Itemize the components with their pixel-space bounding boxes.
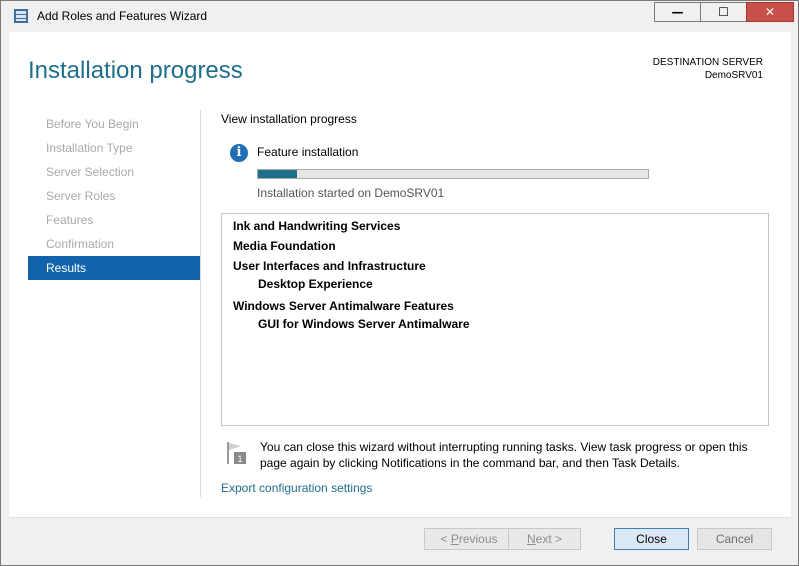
list-item: User Interfaces and Infrastructure: [233, 259, 426, 273]
previous-prefix: <: [440, 532, 451, 546]
nav-item-server-selection: Server Selection: [46, 165, 135, 179]
next-label: ext >: [535, 532, 563, 546]
previous-accelerator: P: [450, 532, 459, 546]
maximize-button[interactable]: ☐: [700, 2, 746, 22]
next-accelerator: N: [526, 532, 536, 546]
close-icon: ✕: [764, 5, 776, 19]
window-title: Add Roles and Features Wizard: [37, 9, 208, 23]
list-item: GUI for Windows Server Antimalware: [258, 317, 470, 331]
previous-label: revious: [458, 532, 498, 546]
nav-item-before-you-begin: Before You Begin: [46, 117, 139, 131]
notification-flag-icon: 1: [227, 442, 246, 464]
close-window-button[interactable]: ✕: [746, 2, 794, 22]
previous-button[interactable]: < Previous: [424, 528, 514, 550]
wizard-content: Installation progress DESTINATION SERVER…: [9, 32, 791, 517]
export-configuration-link[interactable]: Export configuration settings: [221, 481, 372, 495]
list-item: Ink and Handwriting Services: [233, 219, 401, 233]
progress-fill: [258, 170, 297, 178]
nav-item-server-roles: Server Roles: [46, 189, 116, 203]
page-title: Installation progress: [28, 57, 243, 84]
svg-text:1: 1: [237, 454, 242, 464]
list-item: Desktop Experience: [258, 277, 373, 291]
view-progress-label: View installation progress: [221, 112, 357, 126]
info-icon: i: [230, 144, 248, 162]
server-manager-icon: [14, 9, 28, 23]
nav-item-features: Features: [46, 213, 94, 227]
nav-item-results[interactable]: Results: [28, 256, 200, 280]
wizard-window: Add Roles and Features Wizard — ☐ ✕ Inst…: [0, 0, 799, 566]
destination-server-label: DESTINATION SERVER: [652, 57, 763, 68]
nav-item-confirmation: Confirmation: [46, 237, 115, 251]
cancel-button[interactable]: Cancel: [697, 528, 772, 550]
installation-progress-bar: [257, 169, 649, 179]
wizard-nav: Before You Begin Installation Type Serve…: [28, 112, 200, 280]
maximize-icon: ☐: [718, 5, 729, 19]
nav-divider: [200, 110, 201, 497]
title-bar[interactable]: Add Roles and Features Wizard — ☐ ✕: [1, 1, 798, 32]
minimize-button[interactable]: —: [654, 2, 700, 22]
nav-item-installation-type: Installation Type: [46, 141, 133, 155]
status-detail: Installation started on DemoSRV01: [257, 186, 445, 200]
list-item: Windows Server Antimalware Features: [233, 299, 454, 313]
feature-results-list[interactable]: Ink and Handwriting Services Media Found…: [221, 213, 769, 426]
destination-server-name: DemoSRV01: [704, 70, 763, 81]
close-wizard-note: You can close this wizard without interr…: [260, 440, 748, 470]
wizard-footer: < Previous Next > Close Cancel: [9, 517, 791, 560]
minimize-icon: —: [671, 5, 684, 19]
next-button[interactable]: Next >: [508, 528, 581, 550]
list-item: Media Foundation: [233, 239, 336, 253]
close-button[interactable]: Close: [614, 528, 689, 550]
status-title: Feature installation: [257, 145, 359, 159]
